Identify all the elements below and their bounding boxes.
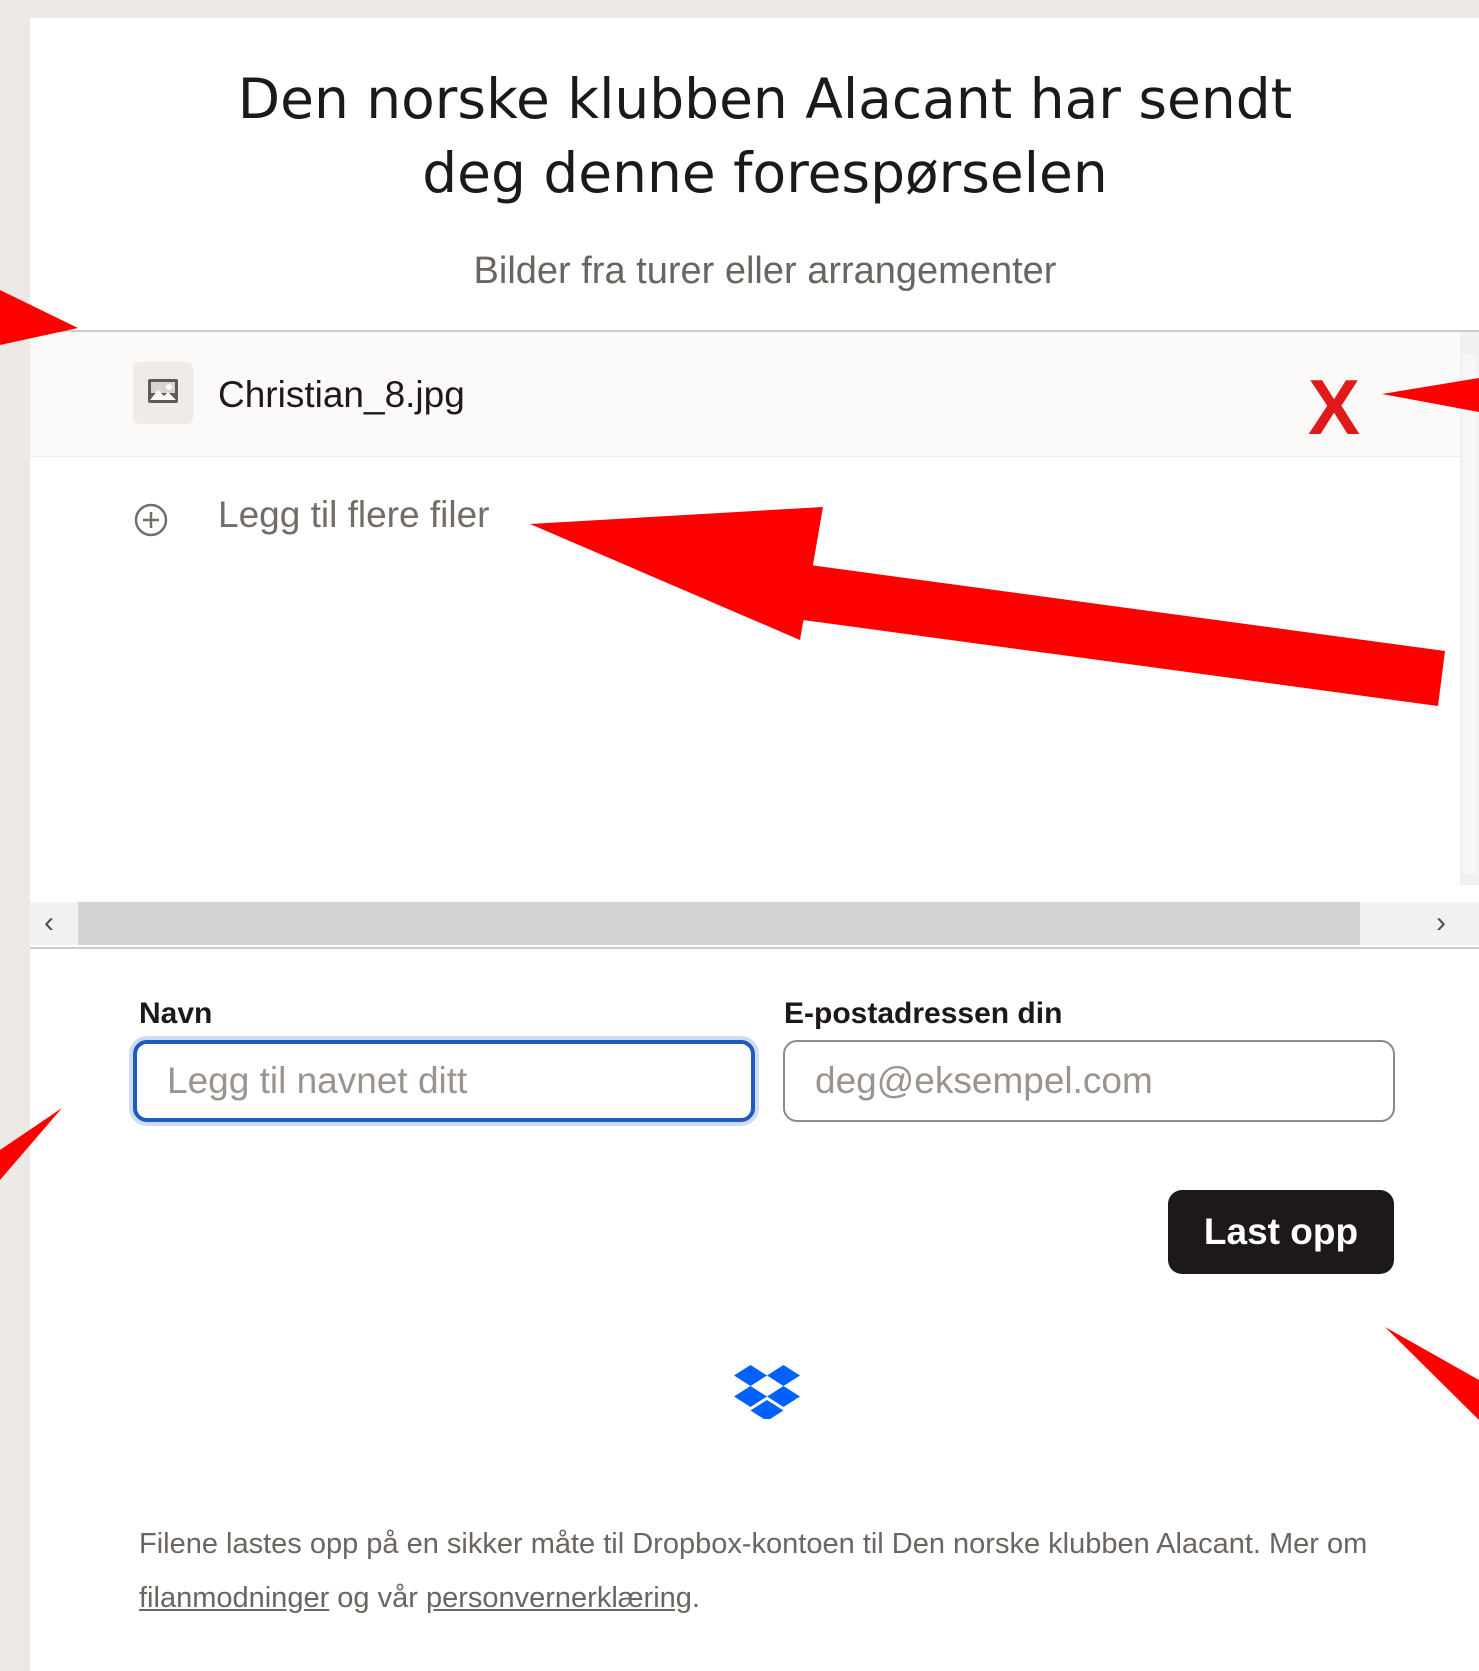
name-label: Navn [139, 997, 213, 1030]
scroll-left-icon[interactable]: ‹ [44, 906, 54, 940]
remove-file-button[interactable]: X [1308, 368, 1360, 446]
file-requests-link[interactable]: filanmodninger [139, 1582, 329, 1614]
vertical-scrollbar[interactable] [1460, 332, 1479, 885]
title-line-2: deg denne forespørselen [422, 141, 1108, 205]
image-file-icon [133, 362, 193, 424]
title-line-1: Den norske klubben Alacant har sendt [237, 67, 1293, 131]
horizontal-scrollbar-thumb[interactable] [78, 902, 1360, 945]
footer-text: Filene lastes opp på en sikker måte til … [139, 1517, 1369, 1625]
scroll-right-icon[interactable]: › [1436, 906, 1446, 940]
dropbox-logo-icon [734, 1365, 800, 1419]
footer-text-end: . [691, 1582, 700, 1614]
page-title: Den norske klubben Alacant har sendt deg… [0, 62, 1479, 210]
footer-text-middle: og vår [329, 1582, 426, 1614]
horizontal-scrollbar[interactable]: ‹ › [30, 902, 1479, 945]
privacy-policy-link[interactable]: personvernerklæring [426, 1582, 692, 1614]
add-more-files-label: Legg til flere filer [218, 494, 490, 535]
file-list: Christian_8.jpg X Legg til flere filer ‹… [30, 330, 1479, 949]
email-input[interactable] [783, 1040, 1395, 1122]
file-name: Christian_8.jpg [218, 374, 465, 415]
file-row: Christian_8.jpg X [30, 332, 1460, 457]
email-label: E-postadressen din [784, 997, 1063, 1030]
plus-circle-icon [134, 503, 168, 537]
request-subtitle: Bilder fra turer eller arrangementer [473, 250, 1057, 292]
upload-button[interactable]: Last opp [1168, 1190, 1394, 1274]
name-input[interactable] [133, 1040, 755, 1122]
footer-text-start: Filene lastes opp på en sikker måte til … [139, 1528, 1368, 1560]
vertical-scrollbar-thumb[interactable] [1463, 354, 1476, 874]
